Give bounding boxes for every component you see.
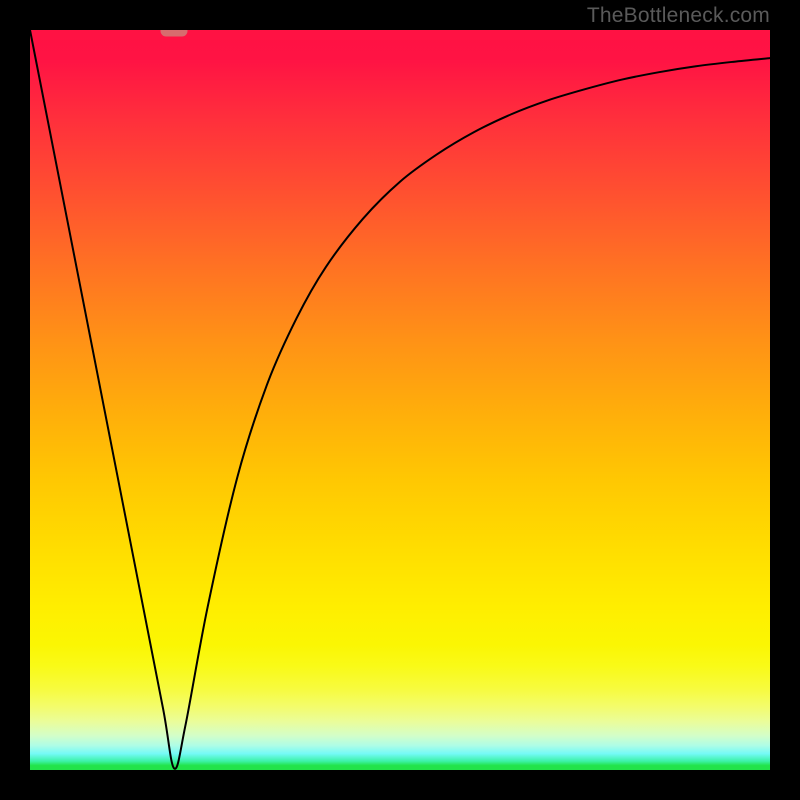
watermark-text: TheBottleneck.com [587,4,770,28]
curve-line [30,30,770,770]
plot-area [30,30,770,770]
chart-frame: TheBottleneck.com [0,0,800,800]
bottleneck-marker [161,30,188,37]
